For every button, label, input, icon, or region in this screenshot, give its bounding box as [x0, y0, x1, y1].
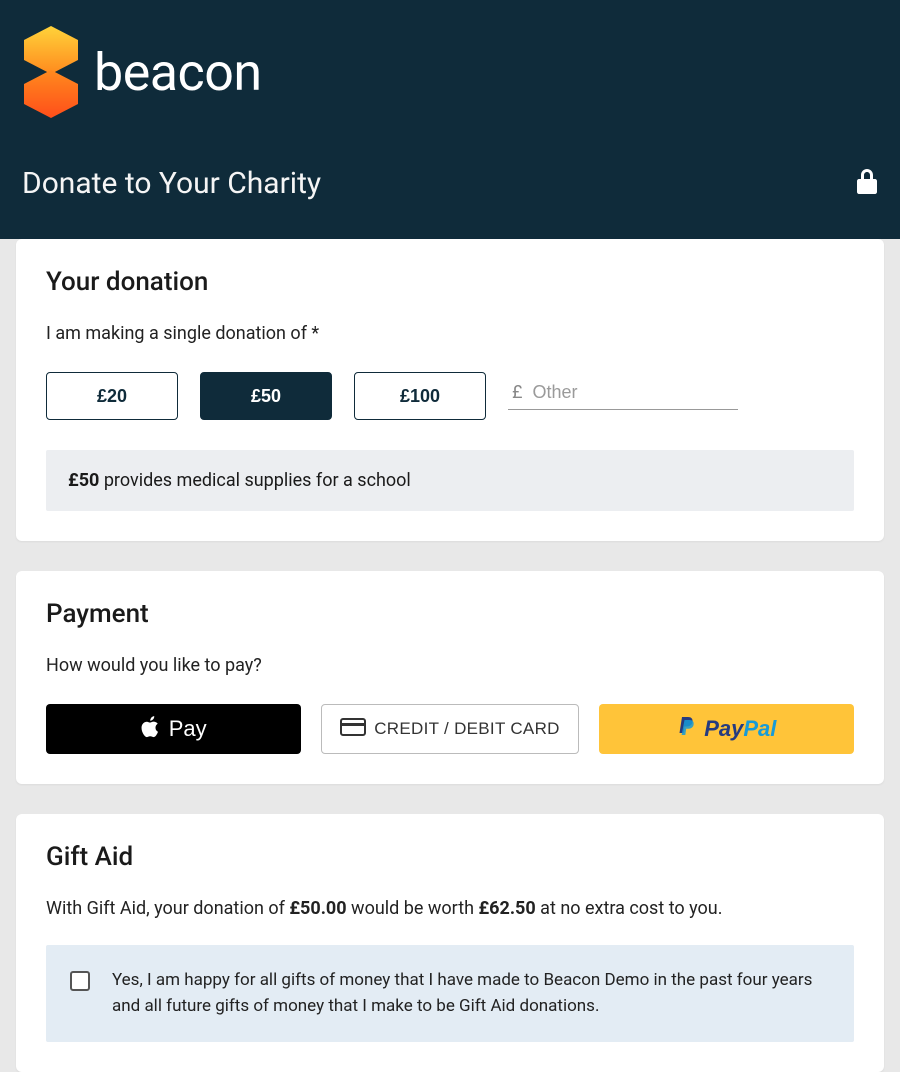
paypal-label: PayPal	[704, 716, 776, 742]
amount-selector-row: £20 £50 £100 £	[46, 372, 854, 420]
giftaid-boosted-amount: £62.50	[478, 898, 535, 919]
credit-card-button[interactable]: CREDIT / DEBIT CARD	[321, 704, 578, 754]
lock-icon	[856, 169, 878, 199]
donation-heading: Your donation	[46, 267, 854, 297]
donation-prompt: I am making a single donation of *	[46, 323, 854, 344]
payment-card: Payment How would you like to pay? Pay	[16, 571, 884, 784]
giftaid-checkbox[interactable]	[70, 971, 90, 991]
giftaid-donation-amount: £50.00	[289, 898, 346, 919]
apple-pay-button[interactable]: Pay	[46, 704, 301, 754]
page-title: Donate to Your Charity	[22, 166, 321, 201]
apple-pay-label: Pay	[169, 716, 207, 742]
paypal-icon	[676, 715, 696, 744]
currency-symbol: £	[512, 382, 522, 403]
page-header: beacon Donate to Your Charity	[0, 0, 900, 239]
credit-card-label: CREDIT / DEBIT CARD	[374, 719, 560, 739]
payment-heading: Payment	[46, 599, 854, 629]
giftaid-summary: With Gift Aid, your donation of £50.00 w…	[46, 898, 854, 919]
giftaid-consent-text: Yes, I am happy for all gifts of money t…	[112, 967, 830, 1020]
giftaid-mid: would be worth	[347, 898, 479, 919]
brand-name: beacon	[94, 42, 262, 103]
title-row: Donate to Your Charity	[22, 166, 878, 201]
content-area: Your donation I am making a single donat…	[0, 239, 900, 1072]
amount-other-wrap[interactable]: £	[508, 382, 738, 410]
giftaid-post: at no extra cost to you.	[536, 898, 723, 919]
giftaid-pre: With Gift Aid, your donation of	[46, 898, 289, 919]
giftaid-heading: Gift Aid	[46, 842, 854, 872]
giftaid-card: Gift Aid With Gift Aid, your donation of…	[16, 814, 884, 1072]
beacon-logo-icon	[22, 26, 80, 118]
impact-amount: £50	[68, 470, 99, 491]
impact-message: £50 provides medical supplies for a scho…	[46, 450, 854, 511]
donation-card: Your donation I am making a single donat…	[16, 239, 884, 541]
amount-option-50[interactable]: £50	[200, 372, 332, 420]
giftaid-consent-box: Yes, I am happy for all gifts of money t…	[46, 945, 854, 1042]
amount-other-input[interactable]	[532, 382, 734, 403]
payment-options-row: Pay CREDIT / DEBIT CARD	[46, 704, 854, 754]
paypal-button[interactable]: PayPal	[599, 704, 854, 754]
amount-option-100[interactable]: £100	[354, 372, 486, 420]
payment-prompt: How would you like to pay?	[46, 655, 854, 676]
credit-card-icon	[340, 718, 366, 741]
amount-option-20[interactable]: £20	[46, 372, 178, 420]
impact-text: provides medical supplies for a school	[99, 470, 410, 491]
apple-icon	[141, 715, 161, 744]
brand-logo: beacon	[22, 22, 878, 118]
